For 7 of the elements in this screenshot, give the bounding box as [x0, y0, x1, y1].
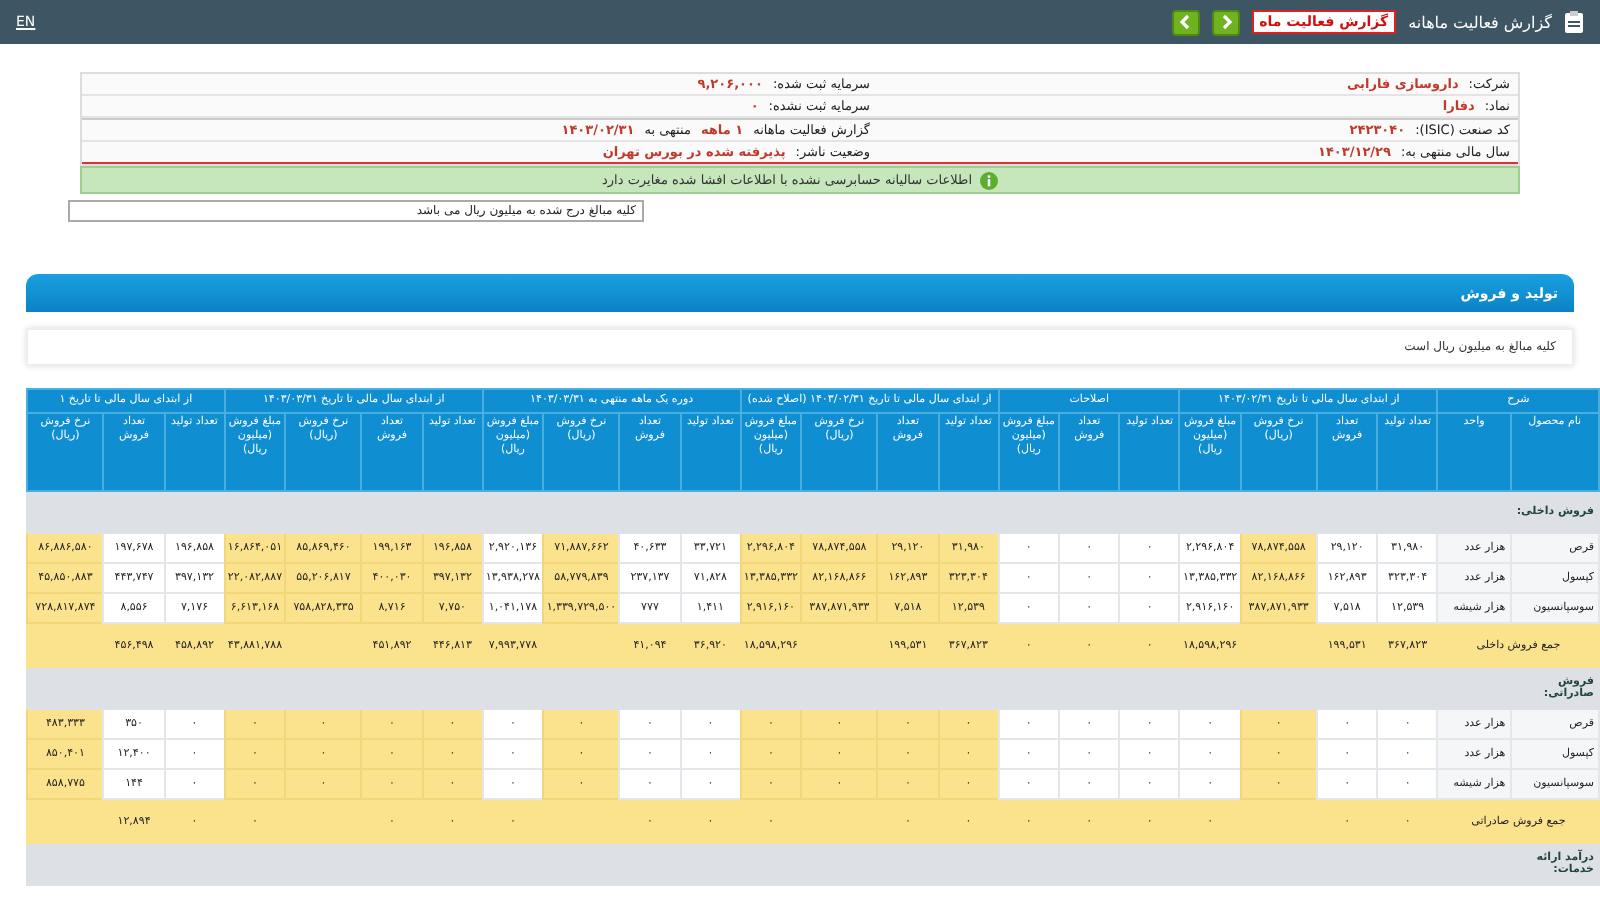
previous-button[interactable]: [1171, 9, 1200, 35]
clipboard-icon: [1564, 10, 1584, 34]
chevron-right-icon: [1217, 14, 1234, 30]
info-icon: [980, 171, 998, 189]
page-title: گزارش فعالیت ماهانه: [1408, 13, 1552, 31]
next-button[interactable]: [1211, 9, 1240, 35]
chevron-left-icon: [1177, 14, 1194, 30]
